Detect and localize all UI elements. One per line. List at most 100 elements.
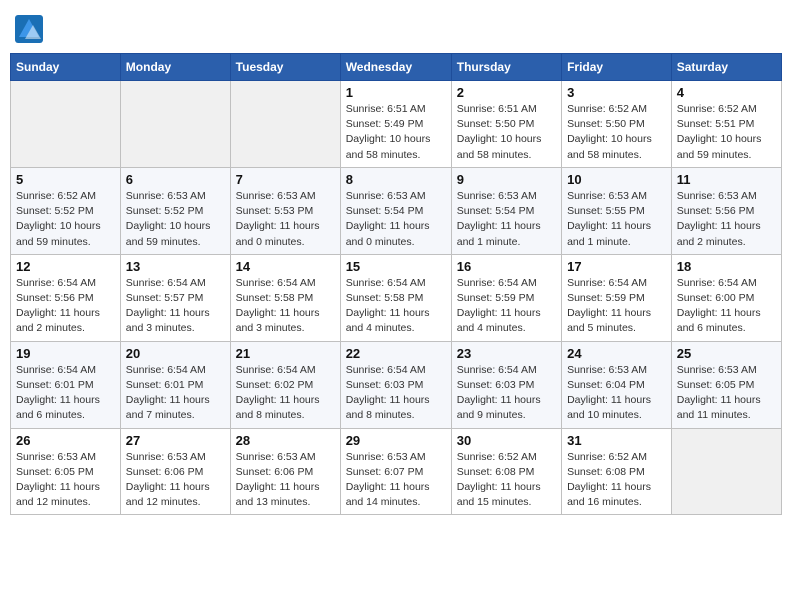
week-row-2: 5Sunrise: 6:52 AMSunset: 5:52 PMDaylight… [11,167,782,254]
calendar-cell [230,81,340,168]
day-info: Sunrise: 6:54 AMSunset: 5:57 PMDaylight:… [126,276,225,337]
day-info: Sunrise: 6:54 AMSunset: 6:03 PMDaylight:… [346,363,446,424]
day-number: 15 [346,259,446,274]
day-number: 30 [457,433,556,448]
calendar-table: SundayMondayTuesdayWednesdayThursdayFrid… [10,53,782,515]
week-row-5: 26 Sunrise: 6:53 AMSunset: 6:05 PMDayligh… [11,428,782,515]
day-info: Sunrise: 6:53 AMSunset: 5:52 PMDaylight:… [126,189,225,250]
calendar-cell: 31 Sunrise: 6:52 AMSunset: 6:08 PMDayligh… [562,428,672,515]
calendar-cell: 25 Sunrise: 6:53 AMSunset: 6:05 PMDayligh… [671,341,781,428]
day-info: Sunrise: 6:53 AMSunset: 5:54 PMDaylight:… [457,189,556,250]
day-number: 18 [677,259,776,274]
day-info: Sunrise: 6:54 AMSunset: 6:00 PMDaylight:… [677,276,776,337]
day-number: 17 [567,259,666,274]
day-info: Sunrise: 6:53 AMSunset: 6:05 PMDaylight:… [677,363,776,424]
day-info: Sunrise: 6:54 AMSunset: 5:58 PMDaylight:… [236,276,335,337]
day-info: Sunrise: 6:53 AMSunset: 6:06 PMDaylight:… [236,450,335,511]
day-info: Sunrise: 6:53 AMSunset: 5:55 PMDaylight:… [567,189,666,250]
day-number: 24 [567,346,666,361]
day-number: 25 [677,346,776,361]
day-number: 22 [346,346,446,361]
day-info: Sunrise: 6:54 AMSunset: 6:01 PMDaylight:… [126,363,225,424]
logo [15,15,45,43]
calendar-cell: 12 Sunrise: 6:54 AMSunset: 5:56 PMDayligh… [11,254,121,341]
day-number: 14 [236,259,335,274]
day-info: Sunrise: 6:52 AMSunset: 6:08 PMDaylight:… [567,450,666,511]
day-info: Sunrise: 6:52 AMSunset: 5:50 PMDaylight:… [567,102,666,163]
calendar-cell: 10 Sunrise: 6:53 AMSunset: 5:55 PMDayligh… [562,167,672,254]
day-number: 28 [236,433,335,448]
day-number: 7 [236,172,335,187]
day-info: Sunrise: 6:54 AMSunset: 5:58 PMDaylight:… [346,276,446,337]
day-number: 10 [567,172,666,187]
day-number: 20 [126,346,225,361]
calendar-cell: 15 Sunrise: 6:54 AMSunset: 5:58 PMDayligh… [340,254,451,341]
calendar-cell: 5Sunrise: 6:52 AMSunset: 5:52 PMDaylight… [11,167,121,254]
day-info: Sunrise: 6:54 AMSunset: 5:56 PMDaylight:… [16,276,115,337]
day-number: 19 [16,346,115,361]
calendar-body: 1 Sunrise: 6:51 AMSunset: 5:49 PMDaylight… [11,81,782,515]
weekday-monday: Monday [120,54,230,81]
day-number: 8 [346,172,446,187]
calendar-cell: 2Sunrise: 6:51 AMSunset: 5:50 PMDaylight… [451,81,561,168]
day-info: Sunrise: 6:53 AMSunset: 6:05 PMDaylight:… [16,450,115,511]
calendar-cell [11,81,121,168]
calendar-cell: 23Sunrise: 6:54 AMSunset: 6:03 PMDayligh… [451,341,561,428]
calendar-cell: 13Sunrise: 6:54 AMSunset: 5:57 PMDayligh… [120,254,230,341]
day-info: Sunrise: 6:53 AMSunset: 6:06 PMDaylight:… [126,450,225,511]
calendar-cell: 24Sunrise: 6:53 AMSunset: 6:04 PMDayligh… [562,341,672,428]
day-number: 11 [677,172,776,187]
calendar-cell: 14 Sunrise: 6:54 AMSunset: 5:58 PMDayligh… [230,254,340,341]
day-number: 1 [346,85,446,100]
day-number: 26 [16,433,115,448]
day-number: 12 [16,259,115,274]
calendar-cell: 9 Sunrise: 6:53 AMSunset: 5:54 PMDaylight… [451,167,561,254]
calendar-cell: 6 Sunrise: 6:53 AMSunset: 5:52 PMDaylight… [120,167,230,254]
calendar-cell: 18 Sunrise: 6:54 AMSunset: 6:00 PMDayligh… [671,254,781,341]
day-info: Sunrise: 6:54 AMSunset: 6:01 PMDaylight:… [16,363,115,424]
day-info: Sunrise: 6:54 AMSunset: 6:03 PMDaylight:… [457,363,556,424]
week-row-1: 1 Sunrise: 6:51 AMSunset: 5:49 PMDaylight… [11,81,782,168]
week-row-4: 19 Sunrise: 6:54 AMSunset: 6:01 PMDayligh… [11,341,782,428]
day-number: 9 [457,172,556,187]
weekday-saturday: Saturday [671,54,781,81]
day-number: 27 [126,433,225,448]
calendar-cell: 16Sunrise: 6:54 AMSunset: 5:59 PMDayligh… [451,254,561,341]
calendar-cell: 7 Sunrise: 6:53 AMSunset: 5:53 PMDaylight… [230,167,340,254]
logo-icon [15,15,43,43]
weekday-wednesday: Wednesday [340,54,451,81]
week-row-3: 12 Sunrise: 6:54 AMSunset: 5:56 PMDayligh… [11,254,782,341]
calendar-cell: 29 Sunrise: 6:53 AMSunset: 6:07 PMDayligh… [340,428,451,515]
day-number: 31 [567,433,666,448]
weekday-thursday: Thursday [451,54,561,81]
day-info: Sunrise: 6:54 AMSunset: 5:59 PMDaylight:… [457,276,556,337]
day-info: Sunrise: 6:52 AMSunset: 5:52 PMDaylight:… [16,189,115,250]
calendar-cell: 27 Sunrise: 6:53 AMSunset: 6:06 PMDayligh… [120,428,230,515]
calendar-cell [671,428,781,515]
day-info: Sunrise: 6:54 AMSunset: 6:02 PMDaylight:… [236,363,335,424]
calendar-cell: 26 Sunrise: 6:53 AMSunset: 6:05 PMDayligh… [11,428,121,515]
day-info: Sunrise: 6:51 AMSunset: 5:49 PMDaylight:… [346,102,446,163]
weekday-friday: Friday [562,54,672,81]
calendar-cell: 21 Sunrise: 6:54 AMSunset: 6:02 PMDayligh… [230,341,340,428]
day-number: 21 [236,346,335,361]
day-number: 2 [457,85,556,100]
day-number: 6 [126,172,225,187]
day-info: Sunrise: 6:53 AMSunset: 6:07 PMDaylight:… [346,450,446,511]
day-info: Sunrise: 6:53 AMSunset: 5:53 PMDaylight:… [236,189,335,250]
calendar-cell: 4Sunrise: 6:52 AMSunset: 5:51 PMDaylight… [671,81,781,168]
calendar-cell: 30 Sunrise: 6:52 AMSunset: 6:08 PMDayligh… [451,428,561,515]
calendar-cell: 8Sunrise: 6:53 AMSunset: 5:54 PMDaylight… [340,167,451,254]
calendar-cell [120,81,230,168]
calendar-header: SundayMondayTuesdayWednesdayThursdayFrid… [11,54,782,81]
calendar-cell: 19 Sunrise: 6:54 AMSunset: 6:01 PMDayligh… [11,341,121,428]
calendar-cell: 28 Sunrise: 6:53 AMSunset: 6:06 PMDayligh… [230,428,340,515]
calendar-cell: 11Sunrise: 6:53 AMSunset: 5:56 PMDayligh… [671,167,781,254]
calendar-cell: 3Sunrise: 6:52 AMSunset: 5:50 PMDaylight… [562,81,672,168]
day-info: Sunrise: 6:54 AMSunset: 5:59 PMDaylight:… [567,276,666,337]
calendar-cell: 17 Sunrise: 6:54 AMSunset: 5:59 PMDayligh… [562,254,672,341]
weekday-sunday: Sunday [11,54,121,81]
weekday-header-row: SundayMondayTuesdayWednesdayThursdayFrid… [11,54,782,81]
day-info: Sunrise: 6:52 AMSunset: 6:08 PMDaylight:… [457,450,556,511]
day-number: 29 [346,433,446,448]
